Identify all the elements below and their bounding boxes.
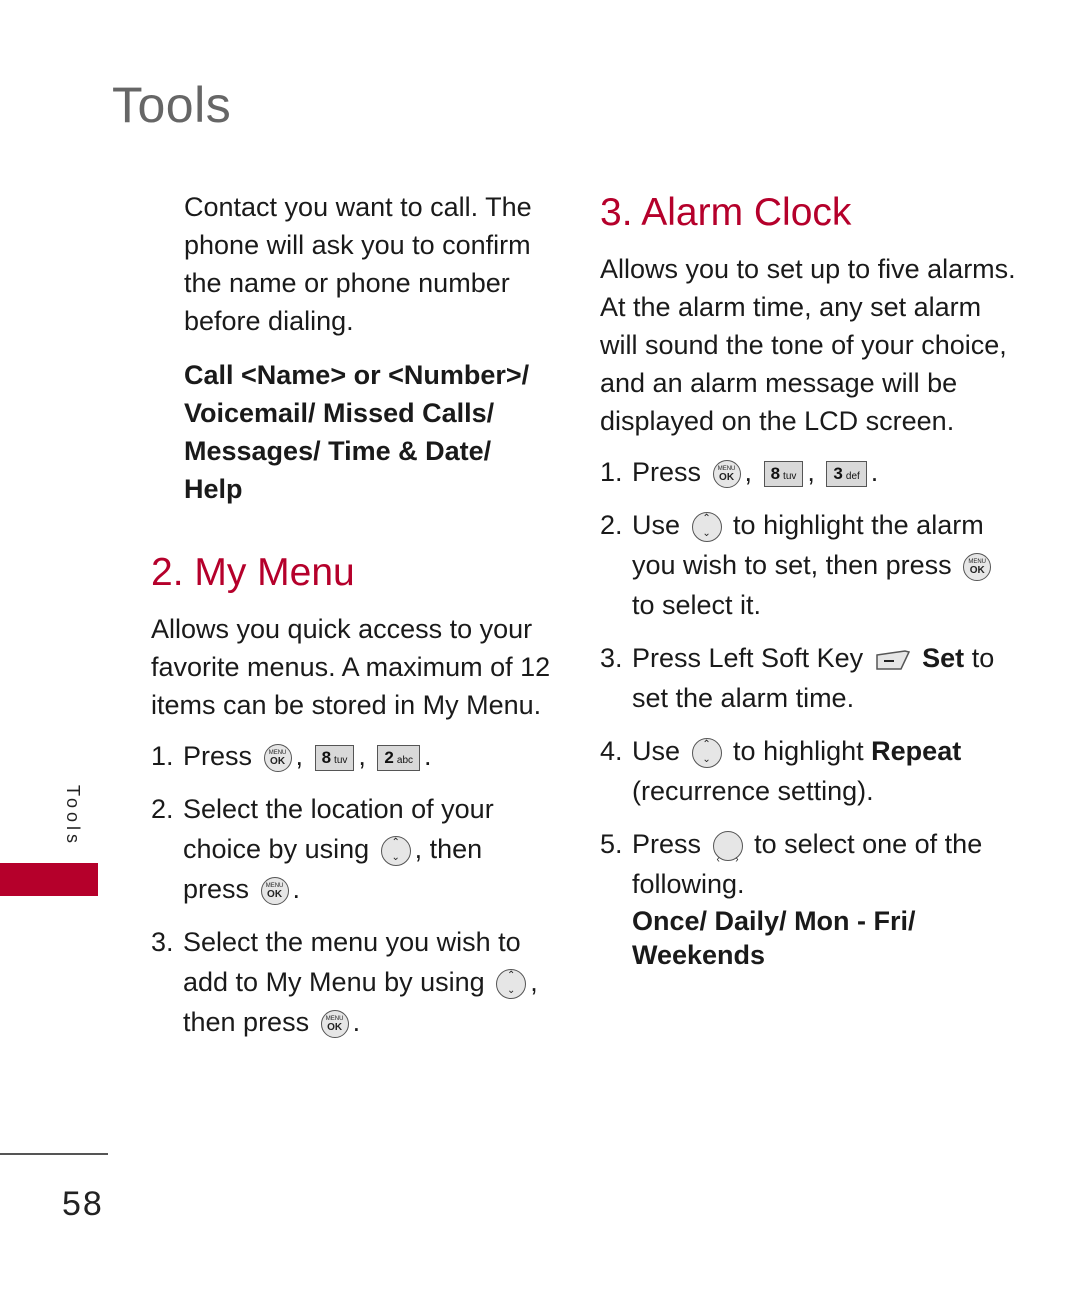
page-number: 58	[62, 1185, 104, 1223]
key-3-icon: 3 def	[826, 460, 867, 487]
nav-up-down-key-icon: ⌃ ⌄	[691, 511, 722, 542]
my-menu-step-1: 1. Press MENU OK, 8 tuv, 2 abc.	[151, 741, 432, 772]
menu-ok-key-icon: MENU OK	[963, 552, 992, 581]
alarm-clock-steps: 1. Press MENU OK, 8 tuv, 3 def. 2. Use ⌃ ⌄ t…	[600, 452, 1020, 972]
nav-left-right-key-icon: ‹ ›	[712, 830, 743, 865]
side-tab-marker	[0, 863, 98, 896]
alarm-clock-intro: Allows you to set up to five alarms. At …	[600, 254, 1016, 436]
nav-up-down-key-icon: ⌃ ⌄	[691, 737, 722, 768]
call-options-list: Call <Name> or <Number>/ Voicemail/ Miss…	[184, 360, 530, 504]
my-menu-step-2: 2. Select the location of your choice by…	[151, 794, 494, 905]
alarm-step-1: 1. Press MENU OK, 8 tuv, 3 def.	[600, 457, 879, 488]
my-menu-step-3: 3. Select the menu you wish to add to My…	[151, 927, 538, 1038]
key-2-icon: 2 abc	[377, 744, 421, 771]
menu-ok-key-icon: MENU OK	[260, 876, 289, 905]
menu-ok-key-icon: MENU OK	[320, 1009, 349, 1038]
my-menu-section: 2. My Menu Allows you quick access to yo…	[151, 548, 551, 1055]
alarm-step-5: 5. Press ‹ › to select one of the followi…	[600, 824, 1020, 972]
alarm-clock-title: 3. Alarm Clock	[600, 191, 852, 234]
alarm-clock-section: 3. Alarm Clock Allows you to set up to f…	[600, 188, 1020, 985]
alarm-step-2: 2. Use ⌃ ⌄ to highlight the alarm you wis…	[600, 505, 1020, 625]
menu-ok-key-icon: MENU OK	[712, 459, 741, 488]
alarm-step-3: 3. Press Left Soft Key Set to set the al…	[600, 643, 995, 713]
page-title: Tools	[112, 77, 232, 133]
repeat-options: Once/ Daily/ Mon - Fri/ Weekends	[632, 906, 916, 970]
my-menu-intro: Allows you quick access to your favorite…	[151, 614, 551, 720]
continuation-text: Contact you want to call. The phone will…	[184, 192, 532, 336]
side-tab-label: Tools	[63, 785, 83, 848]
nav-up-down-key-icon: ⌃ ⌄	[380, 835, 411, 866]
key-8-icon: 8 tuv	[314, 744, 355, 771]
menu-ok-key-icon: MENU OK	[263, 743, 292, 772]
nav-up-down-key-icon: ⌃ ⌄	[496, 968, 527, 999]
footer-divider	[0, 1153, 108, 1155]
left-soft-key-icon	[875, 650, 910, 670]
my-menu-steps: 1. Press MENU OK, 8 tuv, 2 abc. 2. Select t…	[151, 736, 551, 1042]
alarm-step-4: 4. Use ⌃ ⌄ to highlight Repeat (recurrenc…	[600, 736, 962, 806]
my-menu-title: 2. My Menu	[151, 551, 355, 594]
key-8-icon: 8 tuv	[763, 460, 804, 487]
left-column-continuation: Contact you want to call. The phone will…	[184, 188, 554, 508]
